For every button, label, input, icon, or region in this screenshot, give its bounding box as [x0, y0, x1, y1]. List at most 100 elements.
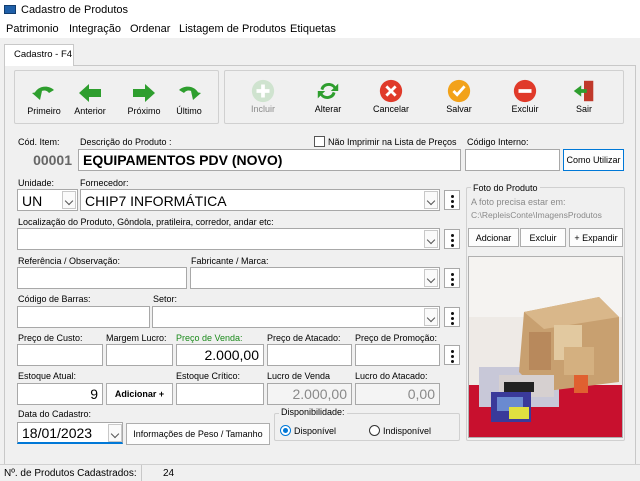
preco-more-icon[interactable] [444, 345, 460, 365]
preco-venda-input[interactable]: 2.000,00 [176, 344, 264, 366]
window-title: Cadastro de Produtos [21, 4, 129, 16]
descricao-label: Descrição do Produto : [80, 137, 172, 147]
margem-lucro-input[interactable] [106, 344, 173, 366]
setor-select[interactable] [152, 306, 440, 328]
cancel-icon [379, 79, 403, 103]
excluir-label: Excluir [511, 104, 539, 114]
unidade-dropdown-icon[interactable] [62, 191, 76, 209]
refresh-icon [317, 83, 339, 99]
incluir-button[interactable]: Incluir [240, 78, 286, 114]
cancelar-label: Cancelar [372, 104, 410, 114]
sair-button[interactable]: Sair [561, 78, 607, 114]
preco-promocao-input[interactable] [355, 344, 440, 366]
delete-icon [513, 79, 537, 103]
foto-produto-title: Foto do Produto [471, 183, 540, 193]
anterior-label: Anterior [74, 106, 106, 116]
fabricante-label: Fabricante / Marca: [191, 256, 269, 266]
menu-etiquetas[interactable]: Etiquetas [290, 23, 336, 35]
estoque-critico-label: Estoque Crítico: [176, 371, 241, 381]
check-icon [447, 79, 471, 103]
disponibilidade-label: Disponibilidade: [279, 407, 347, 417]
tab-cadastro[interactable]: Cadastro - F4 [4, 44, 74, 66]
referencia-input[interactable] [17, 267, 187, 289]
arrow-left-icon [79, 84, 101, 102]
estoque-atual-label: Estoque Atual: [18, 371, 77, 381]
indisponivel-radio[interactable] [369, 425, 380, 436]
proximo-label: Próximo [127, 106, 161, 116]
fabricante-more-icon[interactable] [444, 268, 460, 288]
info-peso-tamanho-button[interactable]: Informações de Peso / Tamanho [126, 423, 270, 445]
plus-circle-icon [251, 79, 275, 103]
exit-door-icon [573, 80, 594, 102]
excluir-button[interactable]: Excluir [502, 78, 548, 114]
menu-patrimonio[interactable]: Patrimonio [6, 23, 59, 35]
preco-promocao-label: Preço de Promoção: [355, 333, 438, 343]
data-cadastro-label: Data do Cadastro: [18, 409, 92, 419]
lucro-venda-label: Lucro de Venda [267, 371, 331, 381]
localizacao-dropdown-icon[interactable] [424, 230, 438, 248]
adicionar-estoque-button[interactable]: Adicionar + [106, 383, 173, 405]
setor-dropdown-icon[interactable] [424, 308, 438, 326]
referencia-label: Referência / Observação: [18, 256, 121, 266]
menu-integracao[interactable]: Integração [69, 23, 121, 35]
preco-custo-label: Preço de Custo: [18, 333, 83, 343]
sair-label: Sair [575, 104, 592, 114]
cancelar-button[interactable]: Cancelar [368, 78, 414, 114]
foto-expandir-button[interactable]: + Expandir [569, 228, 623, 247]
preco-venda-label: Preço de Venda: [176, 333, 243, 343]
disponivel-radio[interactable] [280, 425, 291, 436]
ultimo-button[interactable]: Último [166, 80, 212, 116]
arrow-last-icon [179, 86, 201, 100]
produtos-cadastrados-label: Nº. de Produtos Cadastrados: [4, 468, 137, 479]
fornecedor-select[interactable]: CHIP7 INFORMÁTICA [80, 189, 440, 211]
preco-atacado-input[interactable] [267, 344, 352, 366]
descricao-input[interactable]: EQUIPAMENTOS PDV (NOVO) [78, 149, 461, 171]
salvar-label: Salvar [446, 104, 472, 114]
estoque-atual-input[interactable]: 9 [17, 383, 103, 405]
localizacao-input[interactable] [17, 228, 440, 250]
produtos-cadastrados-count: 24 [163, 468, 175, 479]
fabricante-dropdown-icon[interactable] [424, 269, 438, 287]
como-utilizar-button[interactable]: Como Utilizar [563, 149, 624, 171]
product-photo-image [469, 257, 622, 437]
ultimo-label: Último [176, 106, 202, 116]
setor-label: Setor: [153, 294, 178, 304]
localizacao-more-icon[interactable] [444, 229, 460, 249]
margem-lucro-label: Margem Lucro: [106, 333, 167, 343]
radio-selected-dot [283, 428, 288, 433]
estoque-critico-input[interactable] [176, 383, 264, 405]
preco-atacado-label: Preço de Atacado: [267, 333, 341, 343]
alterar-label: Alterar [314, 104, 342, 114]
status-divider [141, 465, 142, 481]
salvar-button[interactable]: Salvar [436, 78, 482, 114]
unidade-label: Unidade: [18, 178, 55, 188]
foto-excluir-button[interactable]: Excluir [520, 228, 566, 247]
codigo-interno-input[interactable] [465, 149, 560, 171]
setor-more-icon[interactable] [444, 307, 460, 327]
menu-ordenar[interactable]: Ordenar [130, 23, 170, 35]
app-icon [4, 5, 16, 14]
nao-imprimir-label: Não Imprimir na Lista de Preços [328, 137, 457, 147]
alterar-button[interactable]: Alterar [305, 78, 351, 114]
proximo-button[interactable]: Próximo [121, 80, 167, 116]
nao-imprimir-checkbox[interactable] [314, 136, 325, 147]
menu-listagem-produtos[interactable]: Listagem de Produtos [179, 23, 286, 35]
codigo-interno-label: Código Interno: [467, 137, 529, 147]
product-photo [468, 256, 623, 438]
fabricante-select[interactable] [190, 267, 440, 289]
anterior-button[interactable]: Anterior [67, 80, 113, 116]
foto-adicionar-button[interactable]: Adcionar [468, 228, 519, 247]
data-cadastro-dropdown-icon[interactable] [108, 424, 122, 442]
cod-item-label: Cód. Item: [18, 137, 60, 147]
arrow-first-icon [32, 86, 54, 100]
preco-custo-input[interactable] [17, 344, 103, 366]
primeiro-button[interactable]: Primeiro [21, 80, 67, 116]
title-bar: Cadastro de Produtos [0, 0, 640, 20]
foto-hint-1: A foto precisa estar em: [471, 197, 566, 207]
fornecedor-dropdown-icon[interactable] [424, 191, 438, 209]
lucro-atacado-value: 0,00 [355, 383, 440, 405]
codigo-barras-input[interactable] [17, 306, 150, 328]
status-bar: Nº. de Produtos Cadastrados: 24 [0, 464, 640, 481]
fornecedor-more-icon[interactable] [444, 190, 460, 210]
localizacao-label: Localização do Produto, Gôndola, pratile… [18, 217, 274, 227]
